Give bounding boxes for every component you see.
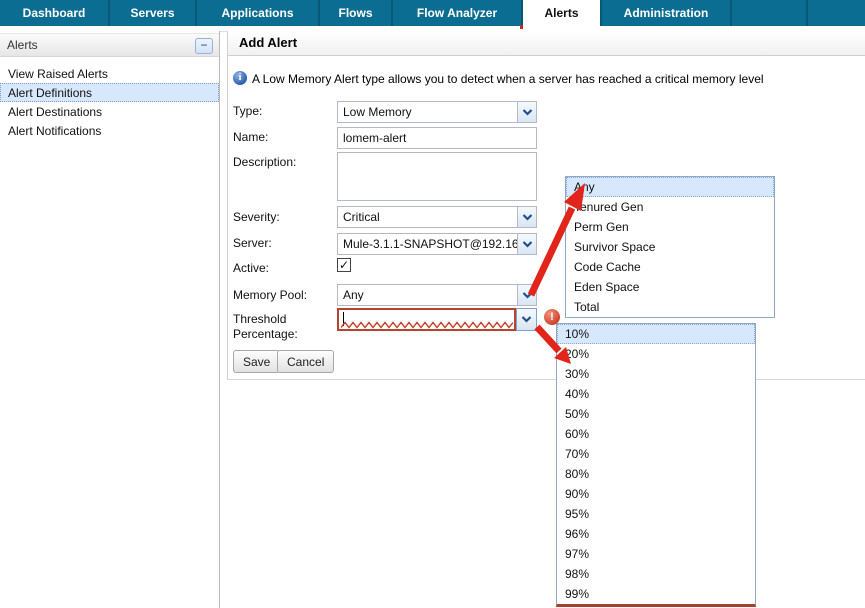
- sidebar-title: Alerts: [7, 38, 38, 52]
- info-message: A Low Memory Alert type allows you to de…: [252, 72, 764, 86]
- memory-pool-trigger-button[interactable]: [517, 285, 536, 305]
- tab-administration[interactable]: Administration: [602, 0, 732, 26]
- memory-pool-value: Any: [338, 285, 517, 305]
- tab-flows[interactable]: Flows: [320, 0, 393, 26]
- exclamation-glyph: !: [550, 311, 554, 323]
- type-combobox[interactable]: Low Memory: [337, 101, 537, 123]
- threshold-trigger-button[interactable]: [516, 308, 537, 331]
- sidebar-items: View Raised Alerts Alert Definitions Ale…: [0, 64, 219, 140]
- list-item-96pct[interactable]: 96%: [557, 524, 755, 544]
- sidebar-item-alert-notifications[interactable]: Alert Notifications: [0, 121, 219, 140]
- list-item-code-cache[interactable]: Code Cache: [566, 257, 774, 277]
- threshold-percentage-input[interactable]: [337, 308, 516, 331]
- list-item-10pct[interactable]: 10%: [557, 324, 755, 344]
- list-item-99pct[interactable]: 99%: [557, 584, 755, 604]
- tab-dashboard[interactable]: Dashboard: [0, 0, 110, 26]
- memory-pool-label: Memory Pool:: [233, 288, 307, 302]
- chevron-down-icon: [522, 109, 533, 116]
- collapse-button[interactable]: −: [195, 38, 213, 54]
- tab-applications[interactable]: Applications: [197, 0, 320, 26]
- threshold-dropdown-list: 10% 20% 30% 40% 50% 60% 70% 80% 90% 95% …: [556, 323, 756, 607]
- active-label: Active:: [233, 261, 269, 275]
- sidebar-header: Alerts −: [0, 33, 219, 57]
- description-label: Description:: [233, 155, 296, 169]
- list-item-survivor-space[interactable]: Survivor Space: [566, 237, 774, 257]
- top-nav: Dashboard Servers Applications Flows Flo…: [0, 0, 865, 26]
- list-item-total[interactable]: Total: [566, 297, 774, 317]
- server-trigger-button[interactable]: [517, 234, 536, 254]
- list-item-97pct[interactable]: 97%: [557, 544, 755, 564]
- list-item-60pct[interactable]: 60%: [557, 424, 755, 444]
- server-combobox[interactable]: Mule-3.1.1-SNAPSHOT@192.16: [337, 233, 537, 255]
- list-item-50pct[interactable]: 50%: [557, 404, 755, 424]
- tab-servers[interactable]: Servers: [110, 0, 197, 26]
- chevron-down-icon: [521, 316, 532, 323]
- list-item-40pct[interactable]: 40%: [557, 384, 755, 404]
- chevron-down-icon: [522, 241, 533, 248]
- list-item-any[interactable]: Any: [566, 177, 774, 197]
- severity-trigger-button[interactable]: [517, 207, 536, 227]
- threshold-label-line2: Percentage:: [233, 327, 298, 341]
- list-item-perm-gen[interactable]: Perm Gen: [566, 217, 774, 237]
- sidebar-item-alert-destinations[interactable]: Alert Destinations: [0, 102, 219, 121]
- squiggle-line: [341, 323, 513, 328]
- threshold-label-line1: Threshold: [233, 312, 286, 326]
- severity-combobox[interactable]: Critical: [337, 206, 537, 228]
- sidebar-item-alert-definitions[interactable]: Alert Definitions: [0, 83, 219, 102]
- cancel-button[interactable]: Cancel: [277, 350, 334, 373]
- memory-pool-dropdown-list: Any Tenured Gen Perm Gen Survivor Space …: [565, 176, 775, 318]
- active-checkbox[interactable]: ✓: [337, 258, 351, 272]
- info-glyph: i: [239, 72, 242, 83]
- tab-alerts[interactable]: Alerts: [523, 0, 602, 26]
- list-item-95pct[interactable]: 95%: [557, 504, 755, 524]
- list-item-98pct[interactable]: 98%: [557, 564, 755, 584]
- type-trigger-button[interactable]: [517, 102, 536, 122]
- info-icon: i: [233, 71, 247, 85]
- panel-bottom-border: [227, 379, 865, 380]
- validation-squiggle: [341, 321, 513, 329]
- description-textarea[interactable]: [337, 152, 537, 201]
- list-item-80pct[interactable]: 80%: [557, 464, 755, 484]
- sidebar-item-view-raised-alerts[interactable]: View Raised Alerts: [0, 64, 219, 83]
- server-value: Mule-3.1.1-SNAPSHOT@192.16: [338, 234, 517, 254]
- name-label: Name:: [233, 130, 268, 144]
- type-label: Type:: [233, 104, 262, 118]
- red-tick-mark: [520, 25, 523, 29]
- tab-flow-analyzer[interactable]: Flow Analyzer: [393, 0, 523, 26]
- severity-value: Critical: [338, 207, 517, 227]
- server-label: Server:: [233, 236, 272, 250]
- list-item-eden-space[interactable]: Eden Space: [566, 277, 774, 297]
- chevron-down-icon: [522, 292, 533, 299]
- validation-error-icon: !: [544, 309, 560, 325]
- list-item-90pct[interactable]: 90%: [557, 484, 755, 504]
- severity-label: Severity:: [233, 210, 280, 224]
- check-icon: ✓: [339, 258, 349, 272]
- name-input[interactable]: lomem-alert: [337, 127, 537, 149]
- page-title: Add Alert: [228, 31, 865, 56]
- minus-icon: −: [200, 38, 207, 52]
- nav-divider: [806, 0, 808, 26]
- list-item-20pct[interactable]: 20%: [557, 344, 755, 364]
- alerts-sidebar: Alerts − View Raised Alerts Alert Defini…: [0, 31, 220, 608]
- list-item-30pct[interactable]: 30%: [557, 364, 755, 384]
- list-item-tenured-gen[interactable]: Tenured Gen: [566, 197, 774, 217]
- type-value: Low Memory: [338, 102, 517, 122]
- name-value: lomem-alert: [343, 131, 406, 145]
- memory-pool-combobox[interactable]: Any: [337, 284, 537, 306]
- list-item-70pct[interactable]: 70%: [557, 444, 755, 464]
- save-button[interactable]: Save: [233, 350, 280, 373]
- panel-left-border: [227, 31, 228, 380]
- chevron-down-icon: [522, 214, 533, 221]
